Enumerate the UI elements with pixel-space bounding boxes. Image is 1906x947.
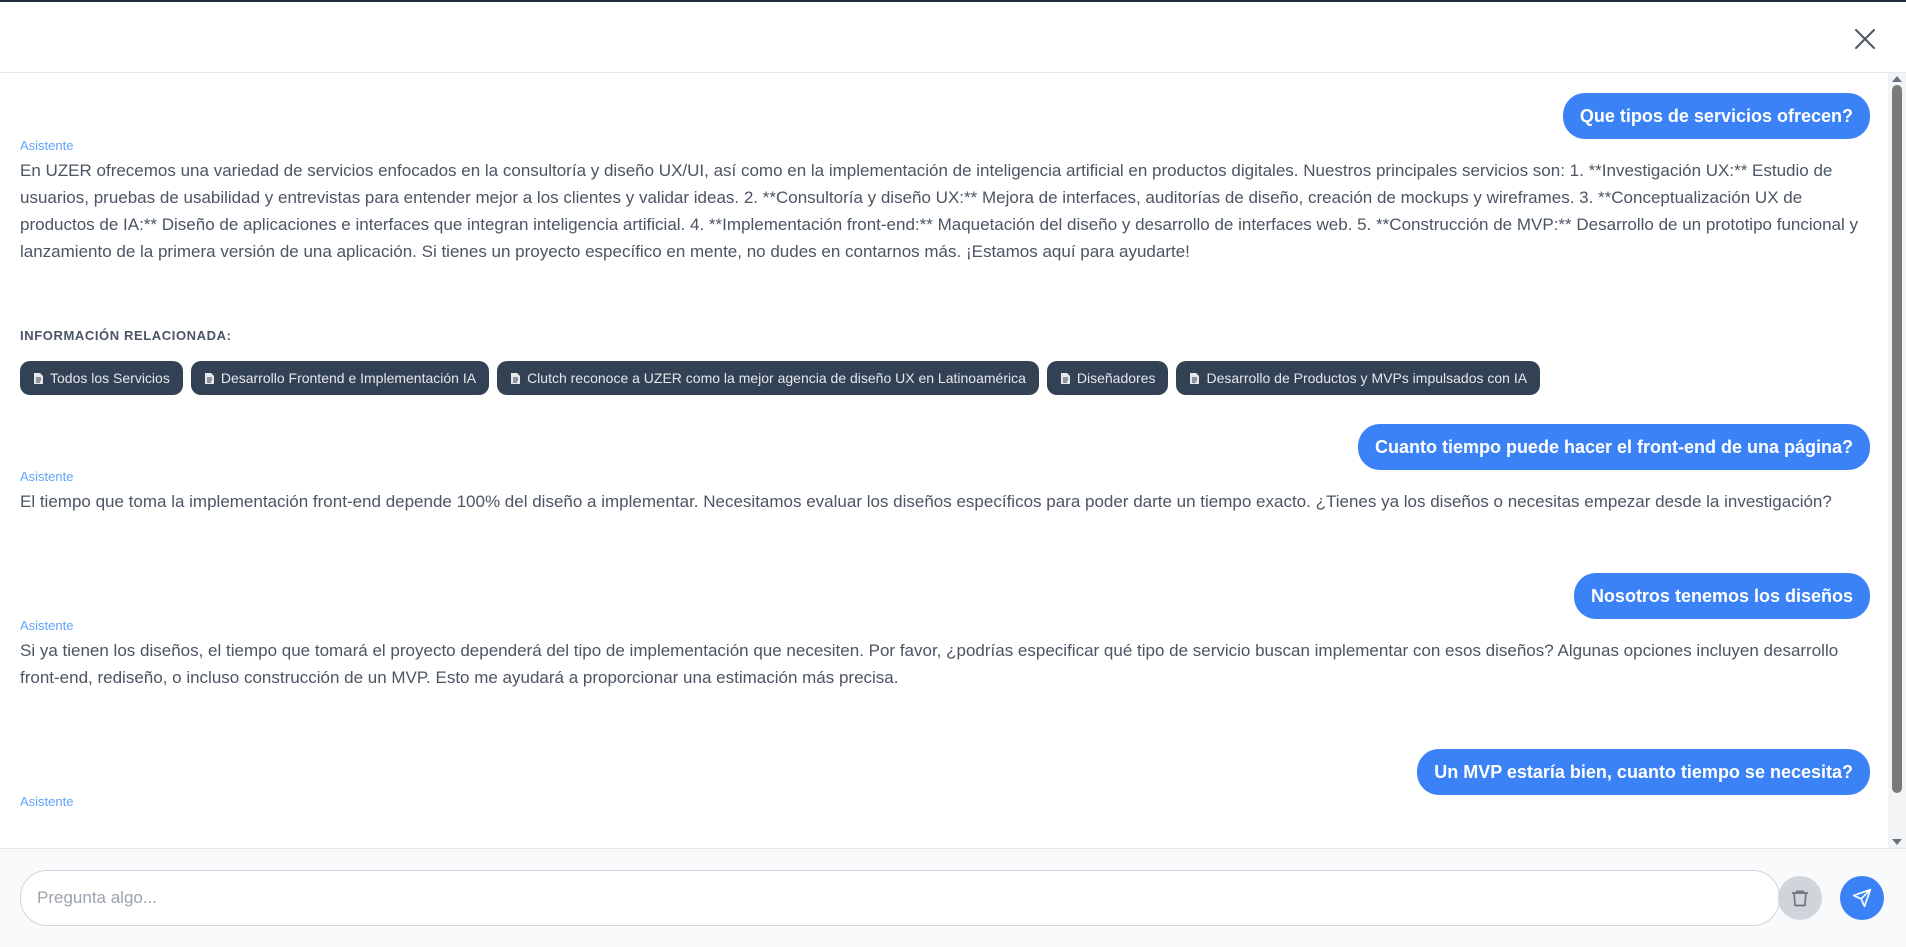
related-chip-label: Diseñadores [1076,370,1156,386]
clear-chat-button[interactable] [1778,876,1822,920]
user-message: Que tipos de servicios ofrecen? [1562,93,1870,139]
related-chip-label: Todos los Servicios [50,370,170,386]
scroll-thumb[interactable] [1892,85,1902,793]
chat-scrollbar[interactable] [1888,73,1906,848]
document-icon [1060,372,1070,384]
assistant-message: En UZER ofrecemos una variedad de servic… [20,161,1858,261]
assistant-message: El tiempo que toma la implementación fro… [20,492,1832,511]
trash-icon [1791,890,1809,907]
assistant-label: Asistente [20,469,74,484]
user-message: Un MVP estaría bien, cuanto tiempo se ne… [1417,749,1870,795]
send-button[interactable] [1840,876,1884,920]
chat-messages[interactable]: Que tipos de servicios ofrecen? Asistent… [0,73,1888,848]
user-message: Nosotros tenemos los diseños [1573,573,1870,619]
related-chips: Todos los Servicios Desarrollo Frontend … [20,361,1541,395]
scroll-down-arrow[interactable] [1892,839,1902,845]
related-chip[interactable]: Clutch reconoce a UZER como la mejor age… [497,361,1039,395]
document-icon [1190,372,1200,384]
assistant-label: Asistente [20,794,74,809]
user-message: Cuanto tiempo puede hacer el front-end d… [1357,424,1870,470]
related-chip[interactable]: Desarrollo Frontend e Implementación IA [190,361,490,395]
send-icon [1852,888,1872,908]
assistant-message: Si ya tienen los diseños, el tiempo que … [20,641,1839,687]
related-chip[interactable]: Diseñadores [1046,361,1169,395]
document-icon [204,372,214,384]
close-icon [1855,29,1875,49]
question-input[interactable] [20,870,1780,926]
related-chip-label: Desarrollo de Productos y MVPs impulsado… [1206,370,1528,386]
related-chip-label: Clutch reconoce a UZER como la mejor age… [527,370,1026,386]
assistant-label: Asistente [20,138,74,153]
related-chip[interactable]: Todos los Servicios [20,361,183,395]
scroll-up-arrow[interactable] [1892,76,1902,82]
document-icon [511,372,521,384]
document-icon [34,372,43,384]
assistant-label: Asistente [20,618,74,633]
related-info-title: INFORMACIÓN RELACIONADA: [20,328,232,343]
related-chip-label: Desarrollo Frontend e Implementación IA [220,370,477,386]
chat-footer [0,848,1906,947]
close-button[interactable] [1850,24,1880,54]
related-chip[interactable]: Desarrollo de Productos y MVPs impulsado… [1176,361,1541,395]
chat-header [0,2,1906,73]
